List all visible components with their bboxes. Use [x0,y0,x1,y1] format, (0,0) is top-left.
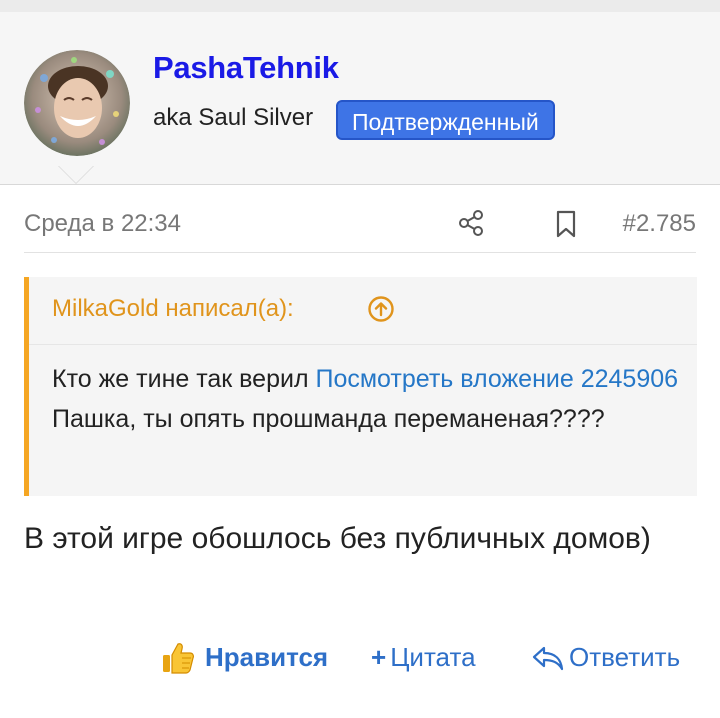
post-text: В этой игре обошлось без публичных домов… [24,522,651,555]
quote-button[interactable]: + Цитата [371,642,476,673]
quote-text-before: Кто же тине так верил [52,365,316,393]
top-separator [0,0,720,12]
quote-button-label: Цитата [390,642,476,672]
post-actions: Нравится + Цитата Ответить [0,632,720,682]
avatar[interactable] [24,50,130,156]
post-number-link[interactable]: #2.785 [623,210,696,238]
user-header: PashaTehnik aka Saul Silver Подтвержденн… [0,12,720,185]
header-pointer-fill [59,166,93,183]
arrow-up-circle-icon[interactable] [367,295,395,323]
reply-icon[interactable] [531,644,565,672]
quote-header: MilkaGold написал(а): [29,277,697,345]
username-link[interactable]: PashaTehnik [153,50,339,86]
post-date[interactable]: Среда в 22:34 [24,210,181,238]
quote-block: MilkaGold написал(а): Кто же тине так ве… [24,277,697,496]
plus-icon: + [371,642,387,672]
meta-divider [24,252,696,253]
verified-badge: Подтвержденный [336,100,555,140]
reply-button[interactable]: Ответить [569,642,680,673]
share-icon[interactable] [456,208,486,238]
like-button[interactable]: Нравится [205,642,328,673]
quote-text-after: Пашка, ты опять прошманда переманеная???… [52,405,605,433]
post-meta: Среда в 22:34 #2.785 [24,210,696,250]
bookmark-icon[interactable] [553,209,579,239]
user-title: aka Saul Silver [153,104,314,131]
thumbs-up-icon[interactable] [160,640,196,676]
attachment-link[interactable]: Посмотреть вложение 2245906 [316,365,679,393]
quote-author[interactable]: MilkaGold написал(а): [52,295,294,323]
quote-text: Кто же тине так верил Посмотреть вложени… [52,359,682,439]
